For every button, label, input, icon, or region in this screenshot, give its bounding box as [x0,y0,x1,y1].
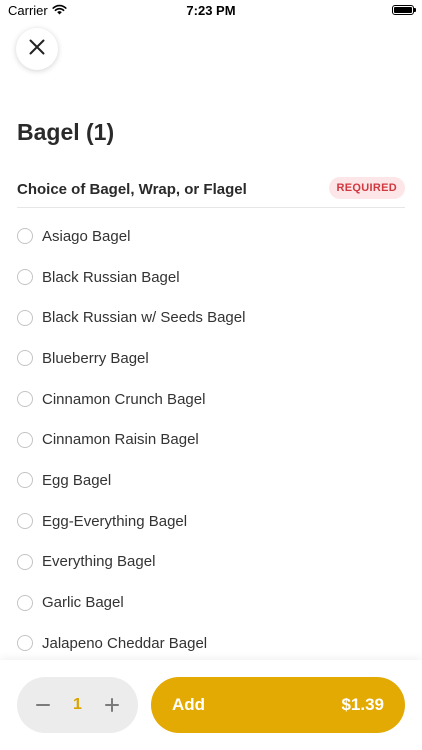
radio-button[interactable] [17,391,33,408]
option-everything-bagel[interactable]: Everything Bagel [17,542,405,583]
option-black-russian-seeds-bagel[interactable]: Black Russian w/ Seeds Bagel [17,297,405,338]
option-label: Jalapeno Cheddar Bagel [42,634,208,652]
required-badge: REQUIRED [328,177,405,199]
item-detail-screen: Carrier 7:23 PM Bagel (1) Choice of Bage… [0,0,422,750]
option-label: Garlic Bagel [42,594,124,612]
option-asiago-bagel[interactable]: Asiago Bagel [17,216,405,257]
option-label: Black Russian w/ Seeds Bagel [42,309,246,327]
status-bar: Carrier 7:23 PM [0,0,422,22]
radio-button[interactable] [17,269,33,286]
option-label: Blueberry Bagel [42,349,149,367]
radio-button[interactable] [17,309,33,326]
option-cinnamon-crunch-bagel[interactable]: Cinnamon Crunch Bagel [17,379,405,420]
decrement-button[interactable] [34,696,52,714]
option-label: Everything Bagel [42,553,156,571]
close-button[interactable] [16,28,58,70]
radio-button[interactable] [17,553,33,570]
minus-icon [36,704,50,706]
option-blueberry-bagel[interactable]: Blueberry Bagel [17,338,405,379]
status-time: 7:23 PM [186,3,236,18]
option-label: Egg-Everything Bagel [42,512,188,530]
option-label: Black Russian Bagel [42,268,180,286]
option-cinnamon-raisin-bagel[interactable]: Cinnamon Raisin Bagel [17,419,405,460]
option-jalapeno-cheddar-bagel[interactable]: Jalapeno Cheddar Bagel [17,623,405,664]
quantity-stepper: 1 [17,677,138,733]
modifier-section-header: Choice of Bagel, Wrap, or Flagel REQUIRE… [17,176,405,208]
option-egg-bagel[interactable]: Egg Bagel [17,460,405,501]
radio-button[interactable] [17,472,33,489]
close-icon [29,39,45,60]
radio-button[interactable] [17,431,33,448]
section-label: Choice of Bagel, Wrap, or Flagel [17,181,247,198]
option-label: Cinnamon Crunch Bagel [42,390,206,408]
radio-button[interactable] [17,513,33,530]
radio-button[interactable] [17,594,33,611]
option-egg-everything-bagel[interactable]: Egg-Everything Bagel [17,501,405,542]
bagel-options-list: Asiago Bagel Black Russian Bagel Black R… [17,216,405,664]
radio-button[interactable] [17,228,33,245]
option-black-russian-bagel[interactable]: Black Russian Bagel [17,257,405,298]
add-button-price: $1.39 [341,695,384,714]
bottom-action-bar: 1 Add $1.39 [0,660,422,750]
option-label: Cinnamon Raisin Bagel [42,431,199,449]
option-garlic-bagel[interactable]: Garlic Bagel [17,582,405,623]
battery-icon [392,5,416,15]
quantity-value: 1 [73,696,82,713]
radio-button[interactable] [17,635,33,652]
radio-button[interactable] [17,350,33,367]
add-to-cart-button[interactable]: Add $1.39 [151,677,405,733]
option-label: Egg Bagel [42,471,112,489]
option-label: Asiago Bagel [42,227,131,245]
add-button-label: Add [172,695,206,714]
increment-button[interactable] [103,696,121,714]
page-title: Bagel (1) [17,119,115,145]
